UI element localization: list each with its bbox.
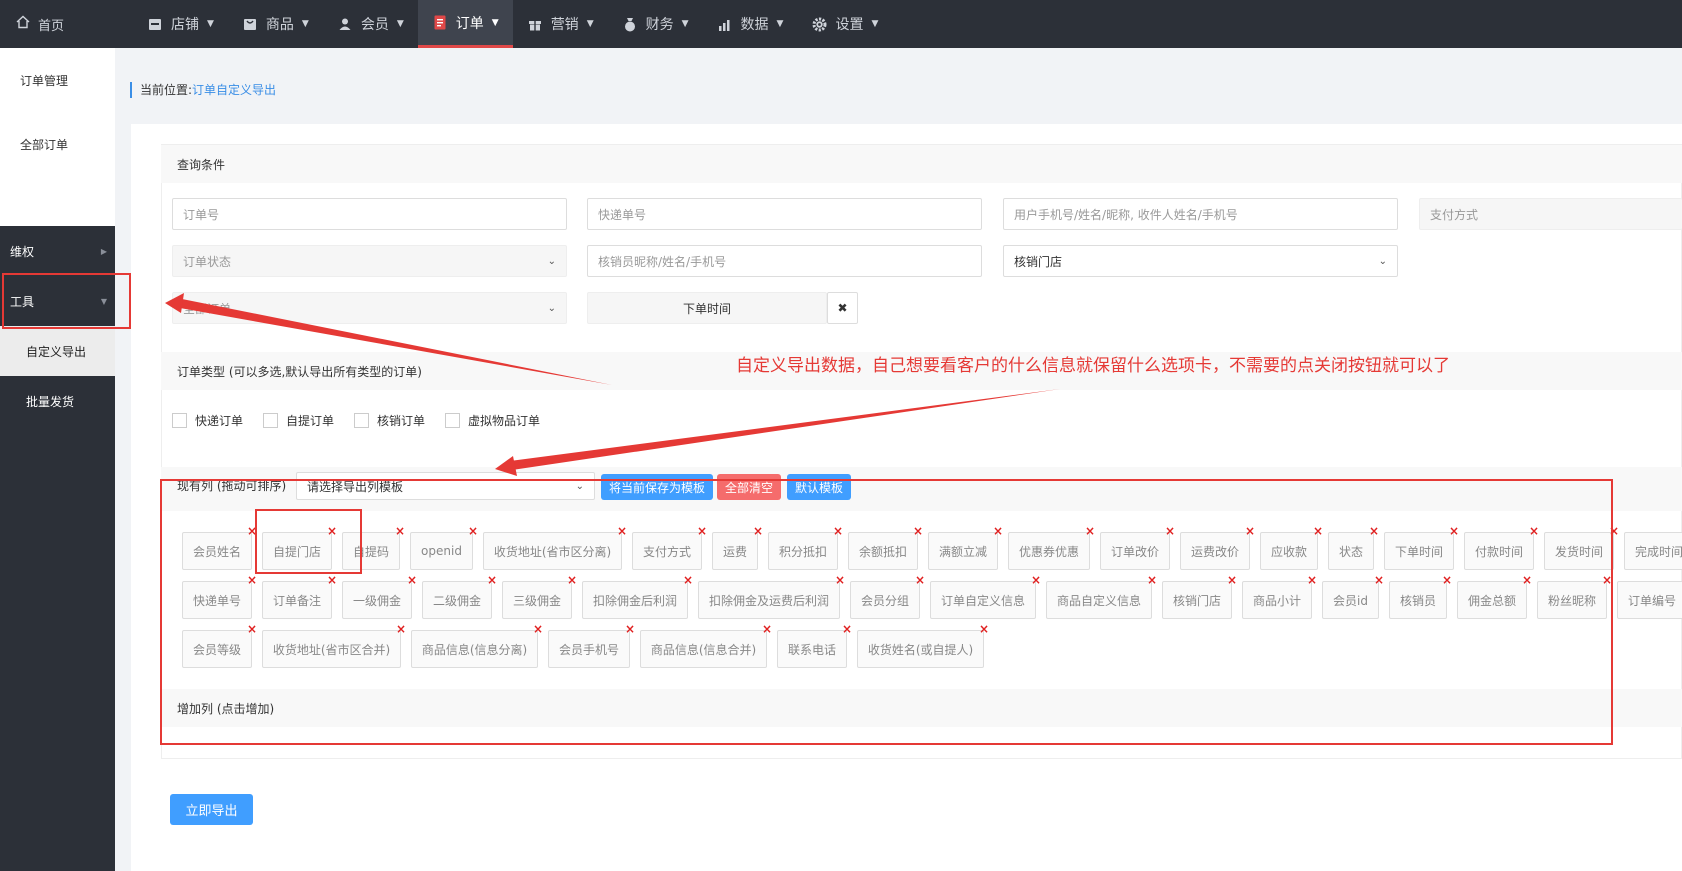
main-nav: 店铺 ▼ 商品 ▼ 会员 ▼ 订单 ▼ 营销 ▼ 财务 ▼ 数据 ▼ 设置 ▼ <box>133 0 892 48</box>
breadcrumb: 当前位置:订单自定义导出 <box>130 82 276 98</box>
sidebar-item-rights[interactable]: 维权 ▶ <box>0 226 115 276</box>
home-icon <box>16 15 30 33</box>
order-type-checkbox[interactable]: 快递订单 <box>172 412 243 429</box>
nav-marketing[interactable]: 营销 ▼ <box>513 0 608 48</box>
sidebar-item-batch-ship[interactable]: 批量发货 <box>0 376 115 426</box>
column-tag[interactable]: 完成时间× <box>1624 532 1682 570</box>
order-filter-select[interactable]: 全部订单 ⌄ <box>172 292 567 324</box>
top-navbar: 首页 店铺 ▼ 商品 ▼ 会员 ▼ 订单 ▼ 营销 ▼ 财务 ▼ 数据 ▼ 设置… <box>0 0 1682 48</box>
column-tag-label: 完成时间 <box>1634 544 1682 559</box>
checkbox-box <box>263 413 278 428</box>
nav-order[interactable]: 订单 ▼ <box>417 0 513 48</box>
checkbox-box <box>445 413 460 428</box>
column-tag-label: 订单编号 <box>1627 593 1676 608</box>
clear-time-button[interactable]: ✖ <box>827 292 858 324</box>
chevron-down-icon: ⌄ <box>547 255 556 267</box>
nav-member[interactable]: 会员 ▼ <box>323 0 418 48</box>
verify-store-select[interactable]: 核销门店 ⌄ <box>1003 245 1398 277</box>
chevron-down-icon: ▼ <box>207 19 214 29</box>
highlight-box-tag <box>255 509 362 574</box>
bar-chart-icon <box>717 16 733 32</box>
chevron-down-icon: ▼ <box>301 19 309 29</box>
column-tag[interactable]: 订单编号× <box>1617 574 1682 619</box>
chevron-right-icon: ▶ <box>100 246 107 256</box>
sidebar-item-custom-export[interactable]: 自定义导出 <box>0 326 115 376</box>
chevron-down-icon: ▼ <box>491 17 499 28</box>
nav-goods[interactable]: 商品 ▼ <box>228 0 323 48</box>
home-link[interactable]: 首页 <box>0 0 115 48</box>
chevron-down-icon: ▼ <box>871 19 879 29</box>
verifier-input[interactable]: 核销员昵称/姓名/手机号 <box>587 245 982 277</box>
checkbox-box <box>172 413 187 428</box>
goods-icon <box>242 16 258 32</box>
breadcrumb-current-link[interactable]: 订单自定义导出 <box>192 83 276 97</box>
order-type-checkbox[interactable]: 虚拟物品订单 <box>445 412 540 429</box>
chevron-down-icon: ▼ <box>396 19 404 29</box>
query-title: 查询条件 <box>161 145 1682 183</box>
close-icon: ✖ <box>837 301 848 315</box>
nav-store[interactable]: 店铺 ▼ <box>133 0 228 48</box>
user-info-input[interactable]: 用户手机号/姓名/昵称, 收件人姓名/手机号 <box>1003 198 1398 230</box>
order-type-checkbox[interactable]: 核销订单 <box>354 412 425 429</box>
chevron-down-icon: ▼ <box>776 19 784 29</box>
sidebar-title: 订单管理 <box>0 48 115 112</box>
annotation-text: 自定义导出数据，自己想要看客户的什么信息就保留什么选项卡，不需要的点关闭按钮就可… <box>736 356 1450 376</box>
gear-icon <box>811 16 827 32</box>
checkbox-box <box>354 413 369 428</box>
highlight-box-sidebar <box>2 273 131 329</box>
order-type-checkbox[interactable]: 自提订单 <box>263 412 334 429</box>
sidebar: 订单管理 全部订单 维权 ▶ 工具 ▼ 自定义导出 批量发货 <box>0 48 115 871</box>
nav-settings[interactable]: 设置 ▼ <box>797 0 892 48</box>
export-now-button[interactable]: 立即导出 <box>170 794 253 825</box>
user-icon <box>337 16 353 32</box>
chevron-down-icon: ⌄ <box>1378 255 1387 267</box>
money-bag-icon <box>622 16 638 32</box>
store-icon <box>147 16 163 32</box>
express-no-input[interactable]: 快递单号 <box>587 198 982 230</box>
nav-data[interactable]: 数据 ▼ <box>703 0 798 48</box>
chevron-down-icon: ⌄ <box>547 302 556 314</box>
nav-finance[interactable]: 财务 ▼ <box>608 0 703 48</box>
order-status-select[interactable]: 订单状态 ⌄ <box>172 245 567 277</box>
chevron-down-icon: ▼ <box>681 19 689 29</box>
order-no-input[interactable]: 订单号 <box>172 198 567 230</box>
order-time-range[interactable]: 下单时间 <box>587 292 827 324</box>
gift-icon <box>527 16 543 32</box>
order-icon <box>432 15 448 31</box>
chevron-down-icon: ▼ <box>586 19 594 29</box>
pay-method-select[interactable]: 支付方式 <box>1419 198 1682 230</box>
sidebar-item-all-orders[interactable]: 全部订单 <box>0 112 115 176</box>
highlight-box-columns <box>160 479 1613 745</box>
